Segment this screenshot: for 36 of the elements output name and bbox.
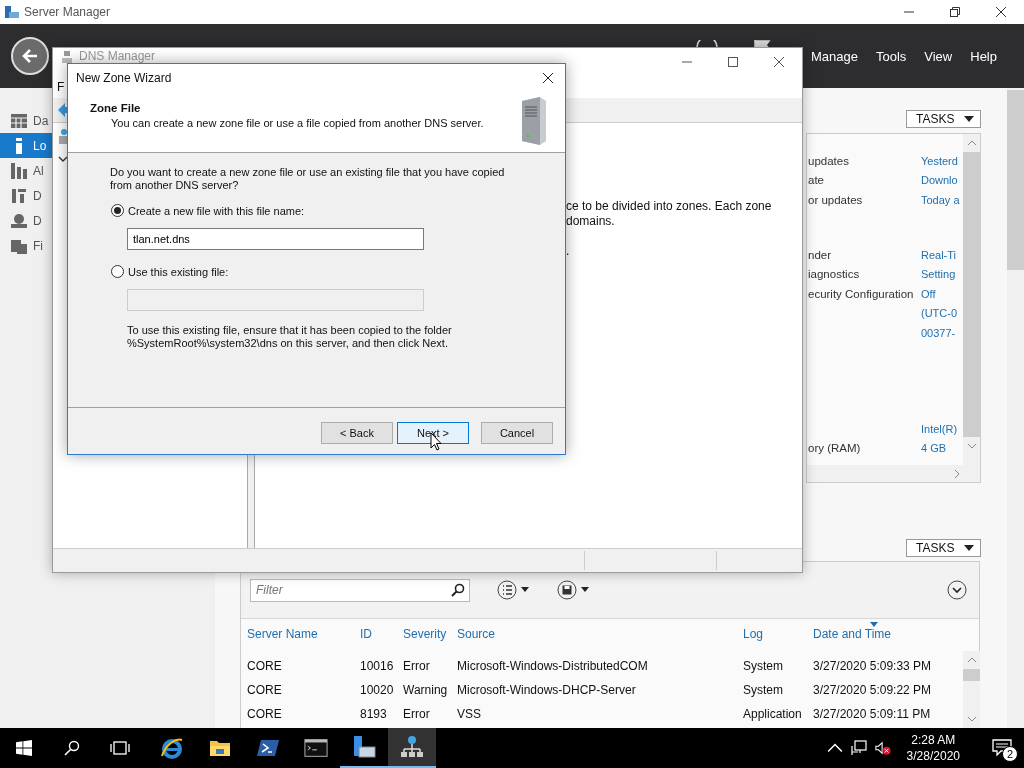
window-title: Server Manager bbox=[24, 5, 111, 19]
description-text: . bbox=[566, 244, 571, 259]
table-cell-text: System bbox=[743, 683, 784, 697]
notification-badge: 2 bbox=[1002, 746, 1018, 762]
window-title: DNS Manager bbox=[79, 49, 156, 63]
table-cell-text: CORE bbox=[247, 683, 283, 697]
table-cell-text: Error bbox=[403, 659, 431, 673]
question-text: Do you want to create a new zone file or use an existing file that you have copied from another DNS server? bbox=[110, 166, 506, 192]
table-cell-text: System bbox=[743, 659, 784, 673]
note-text: To use this existing file, ensure that it has been copied to the folder %SystemRoot%\system32\dns on this server, and then click Next. bbox=[127, 324, 453, 350]
table-cell-text: 3/27/2020 5:09:11 PM bbox=[813, 707, 932, 721]
description-text: ce to be divided into zones. Each zone bbox=[566, 199, 773, 214]
table-cell-text: 3/27/2020 5:09:33 PM bbox=[813, 659, 933, 673]
table-cell-text: CORE bbox=[247, 659, 283, 673]
property-label: or updates bbox=[808, 194, 863, 206]
table-cell-text: Warning bbox=[403, 683, 449, 697]
table-cell-text: Microsoft-Windows-DistributedCOM bbox=[457, 659, 649, 673]
description-text: domains. bbox=[566, 214, 616, 229]
page-heading: Zone File bbox=[90, 102, 142, 114]
table-cell-text: Application bbox=[743, 707, 803, 721]
property-label: ecurity Configuration bbox=[808, 287, 914, 300]
property-label: ate bbox=[808, 174, 824, 187]
table-cell-text: 10020 bbox=[360, 683, 395, 697]
table-cell-text: Microsoft-Windows-DHCP-Server bbox=[457, 683, 637, 697]
table-cell-text: 10016 bbox=[360, 659, 395, 673]
page-subheading: You can create a new zone file or use a file copied from another DNS server. bbox=[111, 117, 484, 129]
table-cell-text: Error bbox=[403, 707, 431, 721]
property-label: iagnostics bbox=[808, 268, 860, 281]
table-cell-text: 8193 bbox=[360, 707, 388, 721]
table-cell-text: CORE bbox=[247, 707, 283, 721]
property-label: ory (RAM) bbox=[808, 442, 861, 455]
table-cell-text: 3/27/2020 5:09:22 PM bbox=[813, 683, 933, 697]
dialog-title: New Zone Wizard bbox=[76, 71, 172, 85]
table-cell-text: VSS bbox=[457, 707, 482, 721]
property-label: updates bbox=[808, 154, 849, 167]
property-label: nder bbox=[808, 248, 832, 261]
